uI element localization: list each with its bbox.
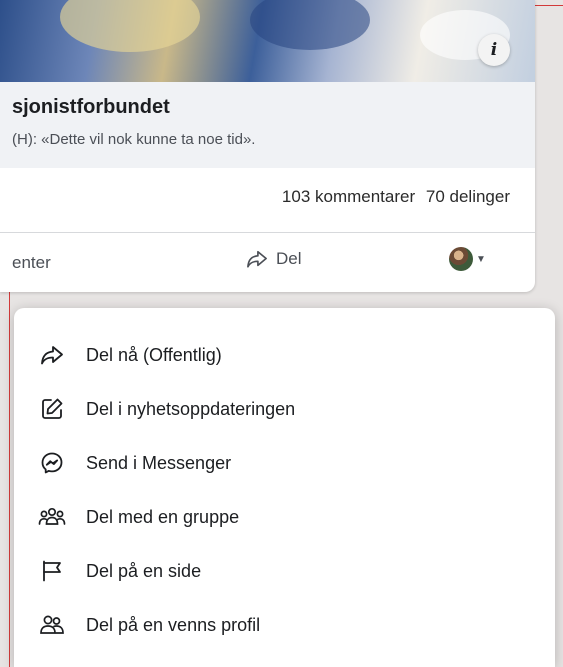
menu-item-label: Del på en venns profil bbox=[86, 614, 261, 635]
shares-count[interactable]: 70 delinger bbox=[426, 187, 510, 206]
menu-item-share-friend-profile[interactable]: Del på en venns profil bbox=[14, 598, 555, 652]
menu-item-label: Del på en side bbox=[86, 560, 202, 581]
link-preview-box[interactable] bbox=[0, 82, 535, 168]
audience-selector[interactable]: ▼ bbox=[449, 247, 486, 271]
menu-item-label: Del med en gruppe bbox=[86, 506, 240, 527]
messenger-icon bbox=[38, 449, 66, 477]
link-subtitle: (H): «Dette vil nok kunne ta noe tid». bbox=[12, 131, 256, 148]
group-icon bbox=[38, 503, 66, 531]
share-arrow-icon bbox=[246, 249, 268, 269]
menu-item-label: Del nå (Offentlig) bbox=[86, 344, 222, 365]
share-button[interactable]: Del bbox=[246, 249, 302, 269]
avatar bbox=[449, 247, 473, 271]
menu-item-share-feed[interactable]: Del i nyhetsoppdateringen bbox=[14, 382, 555, 436]
link-title[interactable]: sjonistforbundet bbox=[12, 96, 170, 119]
menu-item-share-page[interactable]: Del på en side bbox=[14, 544, 555, 598]
menu-item-send-messenger[interactable]: Send i Messenger bbox=[14, 436, 555, 490]
post-stats: 103 kommentarer 70 delinger bbox=[220, 187, 510, 207]
flag-icon bbox=[38, 557, 66, 585]
share-menu: Del nå (Offentlig) Del i nyhetsoppdateri… bbox=[14, 308, 555, 667]
menu-item-label: Send i Messenger bbox=[86, 452, 232, 473]
friends-icon bbox=[38, 611, 66, 639]
link-preview-image[interactable] bbox=[0, 0, 535, 82]
comment-button[interactable]: enter bbox=[12, 253, 51, 273]
share-button-label: Del bbox=[276, 249, 302, 268]
chevron-down-icon: ▼ bbox=[476, 253, 486, 265]
menu-item-share-now[interactable]: Del nå (Offentlig) bbox=[14, 328, 555, 382]
share-arrow-icon bbox=[38, 341, 66, 369]
menu-item-label: Del i nyhetsoppdateringen bbox=[86, 398, 296, 419]
edit-icon bbox=[38, 395, 66, 423]
menu-item-share-group[interactable]: Del med en gruppe bbox=[14, 490, 555, 544]
action-divider bbox=[0, 232, 535, 233]
info-icon[interactable]: i bbox=[478, 34, 510, 66]
comments-count[interactable]: 103 kommentarer bbox=[282, 187, 415, 206]
post-card: i sjonistforbundet (H): «Dette vil nok k… bbox=[0, 0, 535, 292]
